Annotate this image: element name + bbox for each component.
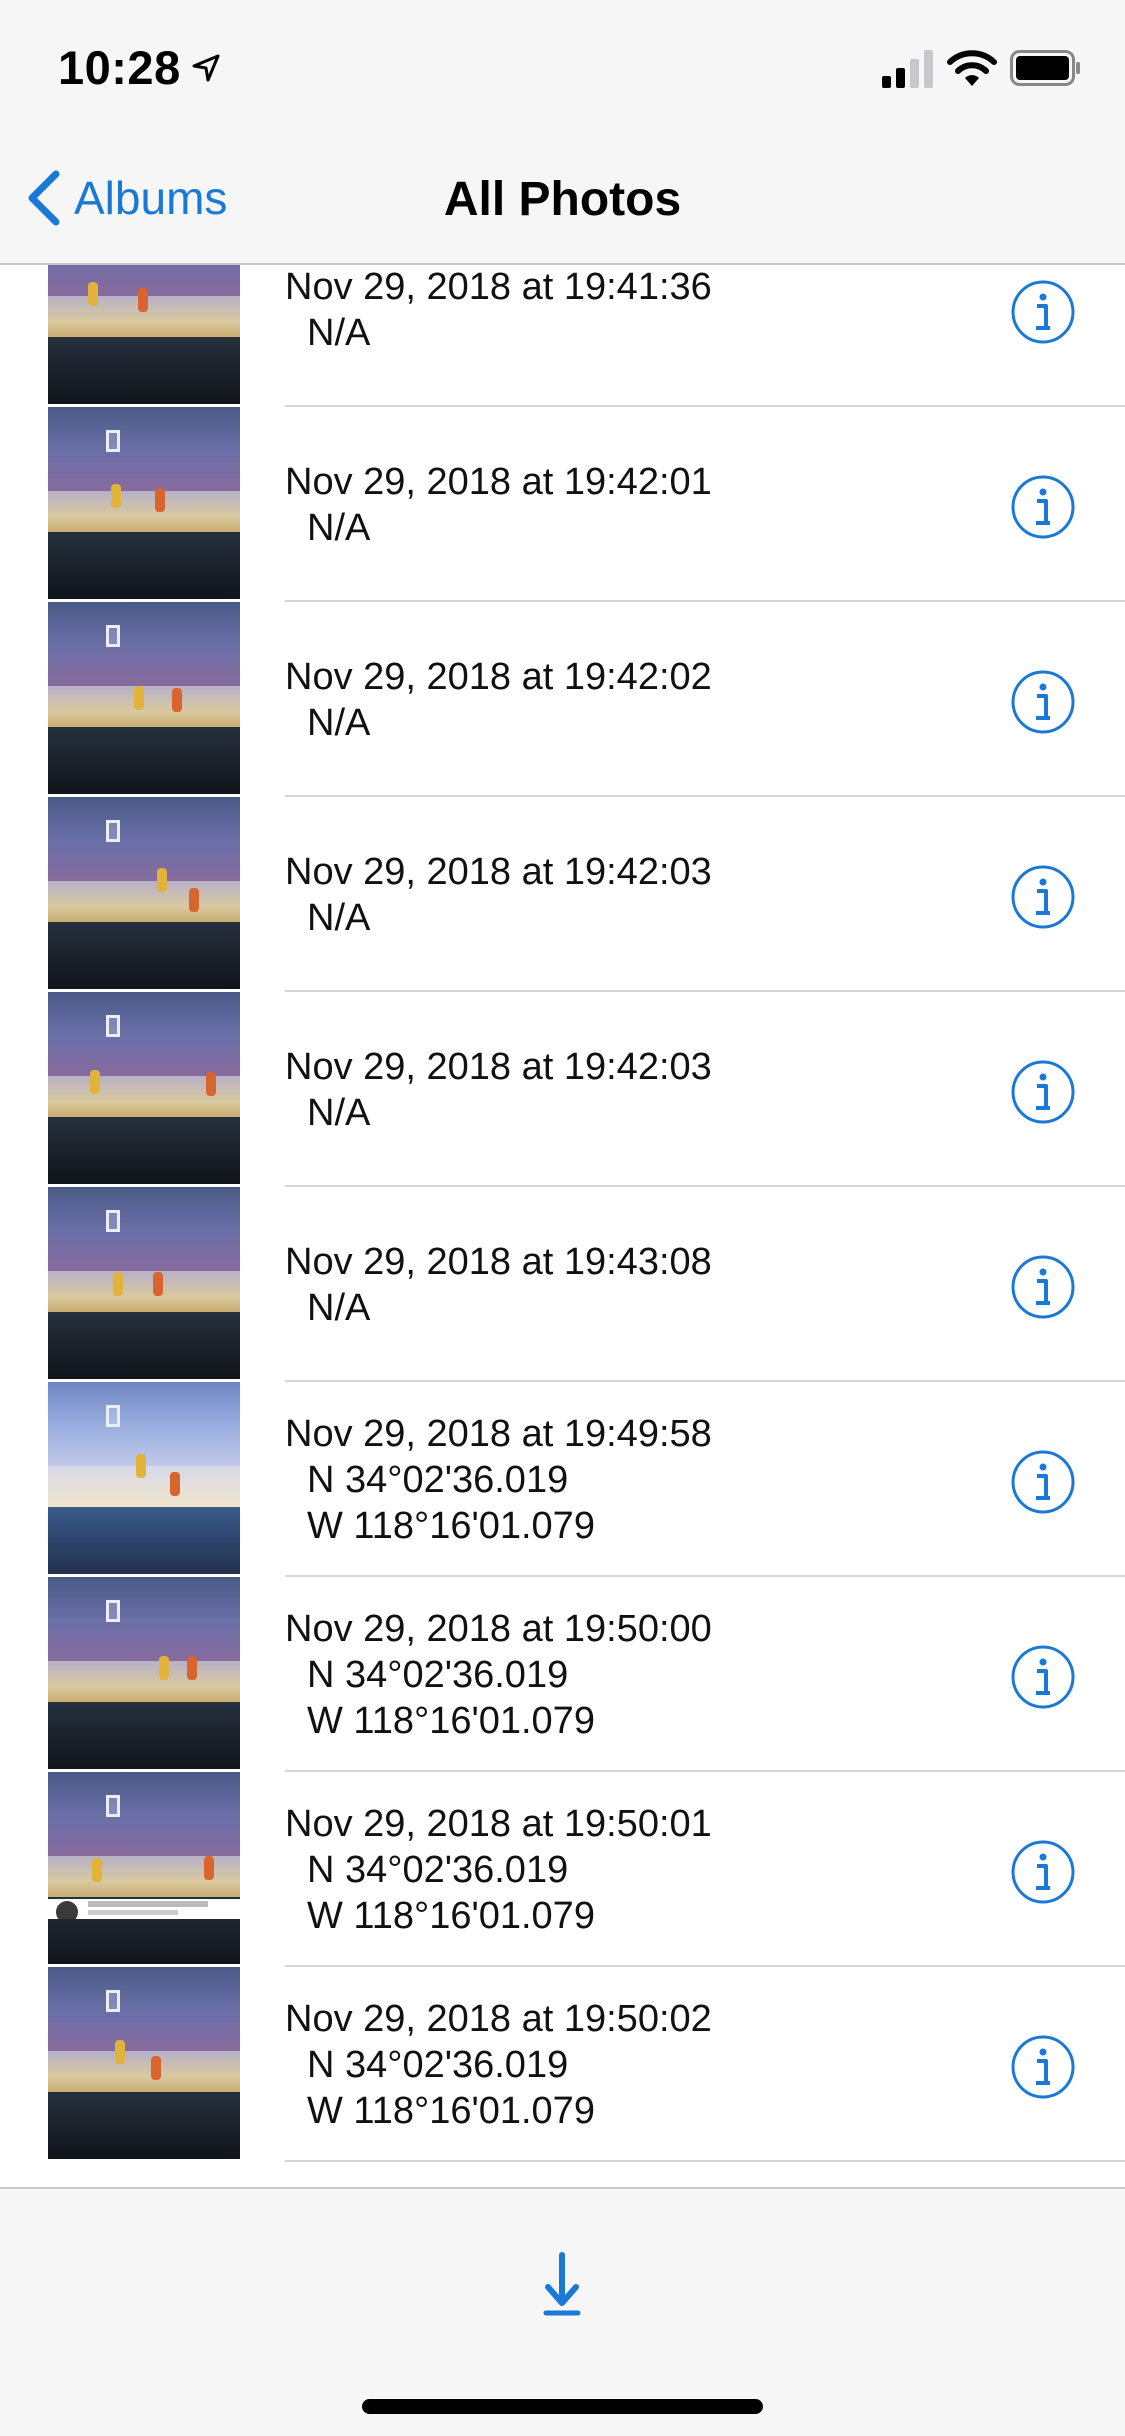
photo-thumbnail[interactable] xyxy=(48,265,240,404)
info-button-icon[interactable] xyxy=(1010,2034,1076,2100)
info-button-icon[interactable] xyxy=(1010,669,1076,735)
partial-thumbnail xyxy=(48,1899,240,1919)
photo-date: Nov 29, 2018 at 19:43:08 xyxy=(285,1240,712,1283)
photo-row[interactable]: Nov 29, 2018 at 19:43:08 N/A xyxy=(0,1187,1125,1382)
photo-thumbnail[interactable] xyxy=(48,1187,240,1379)
photo-date: Nov 29, 2018 at 19:42:02 xyxy=(285,655,712,698)
photo-location-line: N 34°02'36.019 xyxy=(307,1848,569,1891)
photo-info: Nov 29, 2018 at 19:43:08 N/A xyxy=(285,1187,712,1382)
photo-thumbnail[interactable] xyxy=(48,1577,240,1769)
photo-thumbnail[interactable] xyxy=(48,1967,240,2159)
photo-row[interactable]: Nov 29, 2018 at 19:42:03 N/A xyxy=(0,992,1125,1187)
wifi-icon xyxy=(947,50,997,86)
photo-location-line: N 34°02'36.019 xyxy=(307,1458,569,1501)
photo-location-line: N/A xyxy=(307,896,371,939)
bottom-toolbar xyxy=(0,2187,1125,2436)
photo-date: Nov 29, 2018 at 19:49:58 xyxy=(285,1412,712,1455)
photo-thumbnail[interactable] xyxy=(48,992,240,1184)
status-bar: 10:28 xyxy=(0,0,1125,132)
info-button-icon[interactable] xyxy=(1010,1059,1076,1125)
photo-location-line: N/A xyxy=(307,1091,371,1134)
info-button-icon[interactable] xyxy=(1010,1839,1076,1905)
photo-date: Nov 29, 2018 at 19:50:01 xyxy=(285,1802,712,1845)
photo-location-line: W 118°16'01.079 xyxy=(307,2089,595,2132)
photo-date: Nov 29, 2018 at 19:42:03 xyxy=(285,850,712,893)
row-separator xyxy=(285,2160,1125,2162)
photo-info: Nov 29, 2018 at 19:41:36 N/A xyxy=(285,265,712,407)
photo-info: Nov 29, 2018 at 19:42:03 N/A xyxy=(285,992,712,1187)
photo-date: Nov 29, 2018 at 19:42:03 xyxy=(285,1045,712,1088)
photo-location-line: N/A xyxy=(307,701,371,744)
photo-thumbnail[interactable] xyxy=(48,797,240,989)
photo-date: Nov 29, 2018 at 19:42:01 xyxy=(285,460,712,503)
info-button-icon[interactable] xyxy=(1010,1449,1076,1515)
info-button-icon[interactable] xyxy=(1010,474,1076,540)
photo-location-line: N/A xyxy=(307,1286,371,1329)
photo-info: Nov 29, 2018 at 19:50:00 N 34°02'36.019 W … xyxy=(285,1577,712,1772)
home-indicator xyxy=(362,2399,763,2414)
photo-date: Nov 29, 2018 at 19:50:00 xyxy=(285,1607,712,1650)
photo-location-line: W 118°16'01.079 xyxy=(307,1504,595,1547)
location-arrow-icon xyxy=(192,54,220,82)
photo-location-line: N/A xyxy=(307,506,371,549)
info-button-icon[interactable] xyxy=(1010,1644,1076,1710)
cellular-signal-icon xyxy=(882,50,933,88)
photo-info: Nov 29, 2018 at 19:42:02 N/A xyxy=(285,602,712,797)
photo-info: Nov 29, 2018 at 19:49:58 N 34°02'36.019 W … xyxy=(285,1382,712,1577)
photo-info: Nov 29, 2018 at 19:42:01 N/A xyxy=(285,407,712,602)
info-button-icon[interactable] xyxy=(1010,279,1076,345)
photo-row[interactable]: Nov 29, 2018 at 19:49:58 N 34°02'36.019 W … xyxy=(0,1382,1125,1577)
photo-row[interactable]: Nov 29, 2018 at 19:50:00 N 34°02'36.019 W … xyxy=(0,1577,1125,1772)
photo-row[interactable]: Nov 29, 2018 at 19:42:03 N/A xyxy=(0,797,1125,992)
photo-date: Nov 29, 2018 at 19:41:36 xyxy=(285,265,712,308)
avatar xyxy=(56,1901,78,1919)
photo-location-line: N 34°02'36.019 xyxy=(307,2043,569,2086)
photo-info: Nov 29, 2018 at 19:50:01 N 34°02'36.019 W … xyxy=(285,1772,712,1967)
photo-location-line: W 118°16'01.079 xyxy=(307,1894,595,1937)
photo-location-line: W 118°16'01.079 xyxy=(307,1699,595,1742)
photo-thumbnail[interactable] xyxy=(48,602,240,794)
photo-date: Nov 29, 2018 at 19:50:02 xyxy=(285,1997,712,2040)
photo-thumbnail[interactable] xyxy=(48,407,240,599)
navigation-bar: Albums All Photos xyxy=(0,132,1125,265)
download-arrow-icon[interactable] xyxy=(540,2249,584,2319)
photo-info: Nov 29, 2018 at 19:50:02 N 34°02'36.019 W … xyxy=(285,1967,712,2162)
photo-thumbnail[interactable] xyxy=(48,1772,240,1964)
photo-info: Nov 29, 2018 at 19:42:03 N/A xyxy=(285,797,712,992)
page-title: All Photos xyxy=(443,173,682,226)
photo-row[interactable]: Nov 29, 2018 at 19:50:01 N 34°02'36.019 W … xyxy=(0,1772,1125,1967)
photo-row[interactable]: Nov 29, 2018 at 19:42:01 N/A xyxy=(0,407,1125,602)
photo-location-line: N 34°02'36.019 xyxy=(307,1653,569,1696)
photo-row[interactable]: Nov 29, 2018 at 19:41:36 N/A xyxy=(0,265,1125,407)
photo-row[interactable]: Nov 29, 2018 at 19:50:02 N 34°02'36.019 W … xyxy=(0,1967,1125,2162)
info-button-icon[interactable] xyxy=(1010,864,1076,930)
photo-row[interactable]: Nov 29, 2018 at 19:42:02 N/A xyxy=(0,602,1125,797)
battery-icon xyxy=(1010,50,1080,86)
photo-location-line: N/A xyxy=(307,311,371,354)
info-button-icon[interactable] xyxy=(1010,1254,1076,1320)
status-time: 10:28 xyxy=(58,41,181,94)
photo-thumbnail[interactable] xyxy=(48,1382,240,1574)
